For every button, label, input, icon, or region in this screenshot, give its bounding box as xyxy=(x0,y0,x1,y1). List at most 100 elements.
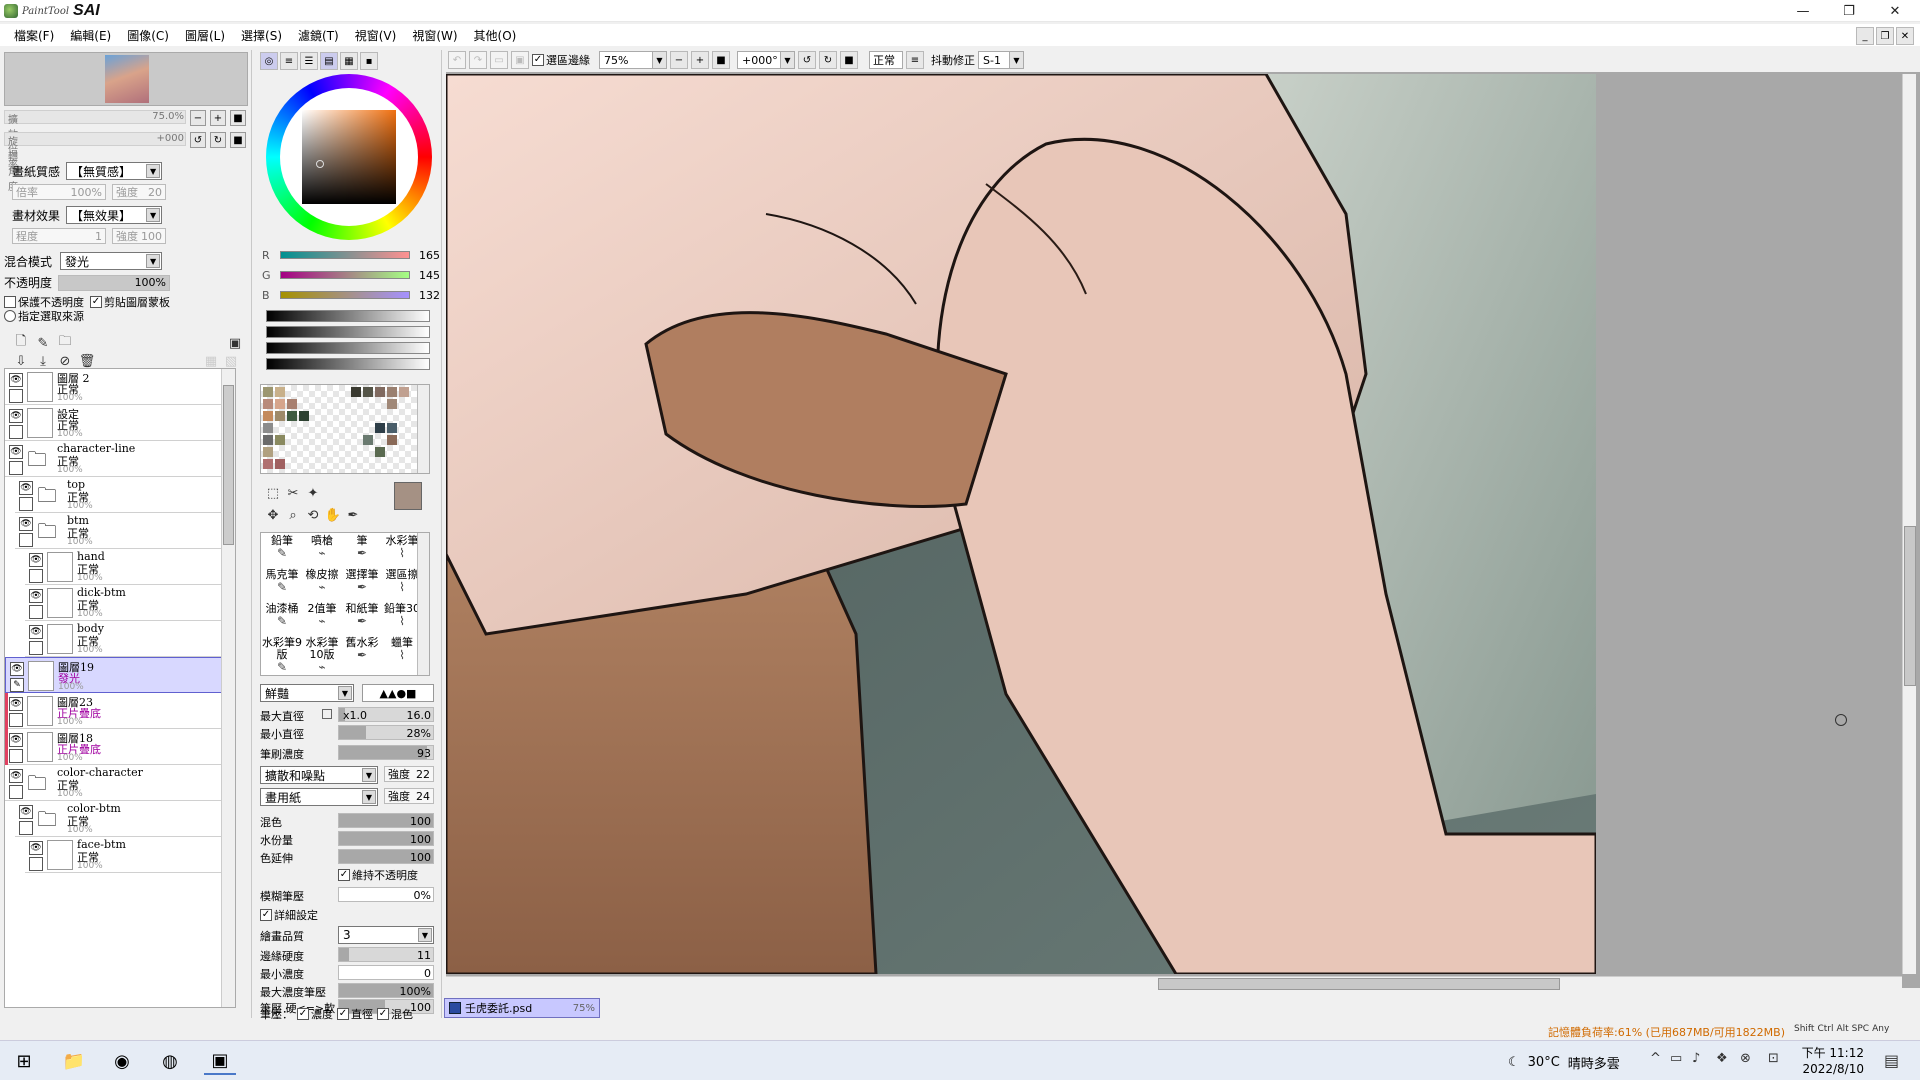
swatch[interactable] xyxy=(399,387,409,397)
zoom-select[interactable]: 75% ▼ xyxy=(599,51,667,69)
brush-tip-selector[interactable]: ▲▲●■ xyxy=(362,684,434,702)
swatch[interactable] xyxy=(263,387,273,397)
visibility-eye-icon[interactable]: 👁 xyxy=(19,805,33,819)
document-tab[interactable]: 壬虎委託.psd 75% xyxy=(444,998,600,1018)
zoom-in-button[interactable]: + xyxy=(691,51,709,69)
discord-icon[interactable]: ◉ xyxy=(106,1047,138,1075)
nav-rotate-right-button[interactable]: ↻ xyxy=(210,132,226,148)
diffuse-select[interactable]: 擴散和噪點 ▼ xyxy=(260,766,378,784)
layer-row[interactable]: 👁 🗀 btm 正常 100% xyxy=(15,513,223,549)
menu-others[interactable]: 其他(O) xyxy=(466,27,525,44)
quality-select[interactable]: 3 ▼ xyxy=(338,926,434,944)
scrollbar-thumb[interactable] xyxy=(1904,526,1916,686)
input-method-icon[interactable]: ⊡ xyxy=(1768,1051,1779,1066)
swatch[interactable] xyxy=(387,435,397,445)
layer-row[interactable]: 👁 🗀 color-character 正常 100% xyxy=(5,765,223,801)
navigator-preview[interactable] xyxy=(4,52,248,106)
brush-shape-select[interactable]: 鮮豔 ▼ xyxy=(260,684,354,702)
menu-filter[interactable]: 濾鏡(T) xyxy=(290,27,347,44)
minimize-button[interactable]: — xyxy=(1780,0,1826,22)
swatch[interactable] xyxy=(275,459,285,469)
sync-icon[interactable]: ⊗ xyxy=(1740,1051,1751,1066)
swatch[interactable] xyxy=(375,423,385,433)
max-size-slider[interactable]: x1.0 16.0 xyxy=(338,707,434,722)
brush-tool-button[interactable]: 和紙筆 ✒ xyxy=(341,603,383,635)
saturation-value-square[interactable] xyxy=(302,110,396,204)
hsv-slider-mode-icon[interactable]: ☰ xyxy=(300,52,318,70)
blur-slider[interactable]: 0% xyxy=(338,887,434,902)
blend-mode-select[interactable]: 發光 ▼ xyxy=(60,252,163,270)
swatch[interactable] xyxy=(263,411,273,421)
brush-tool-button[interactable]: 筆 ✒ xyxy=(341,535,383,567)
layer-row[interactable]: 👁 🗀 character-line 正常 100% xyxy=(5,441,223,477)
volume-icon[interactable]: ♪ xyxy=(1692,1051,1700,1066)
zoom-out-button[interactable]: − xyxy=(670,51,688,69)
swatch[interactable] xyxy=(351,387,361,397)
invert-selection-button[interactable]: ▣ xyxy=(511,51,529,69)
stabilizer-select[interactable]: S-1 ▼ xyxy=(978,51,1024,69)
diffuse-strength-field[interactable]: 強度 22 xyxy=(384,766,434,782)
menu-edit[interactable]: 編輯(E) xyxy=(62,27,119,44)
brush-tool-button[interactable]: 水彩筆9版 ✎ xyxy=(261,637,303,674)
mdi-close-button[interactable]: ✕ xyxy=(1896,27,1914,45)
brush-tool-button[interactable]: 舊水彩 ✒ xyxy=(341,637,383,669)
visibility-eye-icon[interactable]: 👁 xyxy=(9,769,23,783)
swatch[interactable] xyxy=(287,411,297,421)
lock-checkbox[interactable] xyxy=(19,497,33,511)
texture-strength-field[interactable]: 強度 20 xyxy=(112,184,166,200)
effect-degree-field[interactable]: 程度 1 xyxy=(12,228,106,244)
zoom-reset-button[interactable]: ■ xyxy=(712,51,730,69)
texture-scale-field[interactable]: 倍率 100% xyxy=(12,184,106,200)
pressure-size-checkbox[interactable]: ✓ 直徑 xyxy=(337,1006,373,1022)
nav-zoom-out-button[interactable]: − xyxy=(190,110,206,126)
flip-view-button[interactable]: ≡ xyxy=(906,51,924,69)
color-wheel-mode-icon[interactable]: ◎ xyxy=(260,52,278,70)
lock-checkbox[interactable] xyxy=(9,785,23,799)
nav-zoom-in-button[interactable]: + xyxy=(210,110,226,126)
brush-tool-button[interactable]: 鉛筆 ✎ xyxy=(261,535,303,567)
layer-row[interactable]: 👁 圖層 2 正常 100% xyxy=(5,369,223,405)
magic-wand-icon[interactable]: ✦ xyxy=(304,484,322,502)
layer-list-scrollbar[interactable] xyxy=(221,369,235,1007)
new-layer-icon[interactable]: 🗋 xyxy=(12,334,30,352)
eyedropper-icon[interactable]: ✒ xyxy=(344,506,362,524)
lock-checkbox[interactable] xyxy=(9,425,23,439)
extend-slider[interactable]: 100 xyxy=(338,849,434,864)
swatch[interactable] xyxy=(275,435,285,445)
visibility-eye-icon[interactable]: 👁 xyxy=(9,697,23,711)
color-wheel[interactable] xyxy=(266,74,432,240)
lock-checkbox[interactable] xyxy=(9,389,23,403)
effect-strength-field[interactable]: 強度 100 xyxy=(112,228,166,244)
layer-row[interactable]: 👁 圖層18 正片疊底 100% xyxy=(5,729,223,765)
visibility-eye-icon[interactable]: 👁 xyxy=(9,445,23,459)
selection-edge-checkbox[interactable]: ✓ 選區邊緣 xyxy=(532,52,590,68)
swatch[interactable] xyxy=(299,411,309,421)
menu-selection[interactable]: 選擇(S) xyxy=(233,27,290,44)
layer-row[interactable]: 👁 設定 正常 100% xyxy=(5,405,223,441)
brush-tool-button[interactable]: 水彩筆10版 ⌁ xyxy=(301,637,343,674)
visibility-eye-icon[interactable]: 👁 xyxy=(29,589,43,603)
notification-icon[interactable]: ▤ xyxy=(1884,1051,1899,1070)
sai-taskbar-icon[interactable]: ▣ xyxy=(204,1047,236,1075)
lock-checkbox[interactable] xyxy=(9,461,23,475)
swatch[interactable] xyxy=(263,423,273,433)
brush-grid-scrollbar[interactable] xyxy=(417,533,429,675)
lock-checkbox[interactable] xyxy=(9,749,23,763)
menu-view[interactable]: 視窗(V) xyxy=(347,27,405,44)
drawing-canvas[interactable] xyxy=(446,74,1596,974)
file-explorer-icon[interactable]: 📁 xyxy=(58,1047,90,1075)
menu-file[interactable]: 檔案(F) xyxy=(6,27,62,44)
rotate-icon[interactable]: ⟲ xyxy=(304,506,322,524)
brush-tool-button[interactable]: 油漆桶 ✎ xyxy=(261,603,303,635)
network-icon[interactable]: ▭ xyxy=(1670,1051,1682,1066)
density-slider[interactable]: 93 xyxy=(338,745,434,760)
menu-layer[interactable]: 圖層(L) xyxy=(177,27,233,44)
layer-row[interactable]: 👁 body 正常 100% xyxy=(25,621,223,657)
visibility-eye-icon[interactable]: 👁 xyxy=(9,373,23,387)
detail-settings-checkbox[interactable]: ✓ 詳細設定 xyxy=(260,907,318,923)
hand-icon[interactable]: ✋ xyxy=(324,506,342,524)
swatch[interactable] xyxy=(263,435,273,445)
color-mixer-mode-icon[interactable]: ▤ xyxy=(320,52,338,70)
dropbox-icon[interactable]: ❖ xyxy=(1716,1051,1728,1066)
canvas-vertical-scrollbar[interactable] xyxy=(1902,74,1916,974)
